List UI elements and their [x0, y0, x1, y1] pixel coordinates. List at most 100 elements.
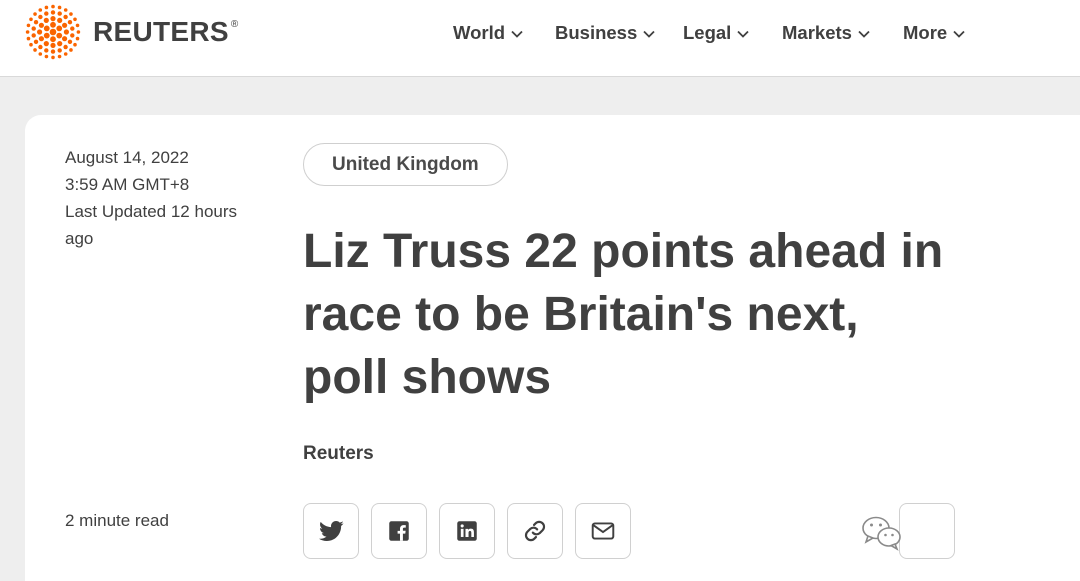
logo-dot	[62, 36, 68, 42]
share-toolbar	[303, 503, 631, 559]
logo-dot	[70, 33, 75, 38]
wechat-icon	[862, 516, 901, 551]
nav-legal[interactable]: Legal	[683, 20, 749, 46]
twitter-icon	[319, 520, 344, 541]
logo-text: REUTERS	[93, 16, 229, 47]
logo-dot	[76, 30, 81, 34]
logo-dot	[38, 52, 43, 56]
nav-world[interactable]: World	[453, 20, 523, 46]
section-tag[interactable]: United Kingdom	[303, 143, 508, 186]
logo-dot	[31, 33, 36, 38]
chevron-down-icon	[511, 30, 523, 38]
logo-dot	[63, 29, 69, 35]
logo-dot	[31, 26, 36, 31]
copy-link-button[interactable]	[507, 503, 563, 559]
logo-dot	[26, 36, 31, 41]
share-facebook-button[interactable]	[371, 503, 427, 559]
logo-dot	[50, 21, 56, 28]
logo-dot	[44, 48, 49, 53]
nav-label: Legal	[683, 22, 732, 43]
logo-dot	[63, 14, 68, 20]
nav-label: More	[903, 22, 948, 43]
logo-dot	[69, 48, 73, 52]
logo-dot	[33, 48, 37, 52]
logo-dot	[56, 32, 63, 39]
logo-dot	[38, 44, 43, 50]
logo-dot	[62, 22, 68, 28]
logo-dot	[75, 23, 80, 28]
logo-dot	[37, 29, 43, 35]
nav-label: Markets	[782, 22, 852, 43]
logo-dot	[44, 54, 49, 59]
logo-dot	[63, 52, 68, 56]
article-meta: August 14, 2022 3:59 AM GMT+8 Last Updat…	[65, 144, 255, 252]
logo-dot	[57, 11, 62, 16]
chevron-down-icon	[953, 30, 965, 38]
logo-dot	[43, 32, 50, 39]
logo-dot	[70, 26, 75, 31]
logo-dot	[57, 41, 63, 47]
nav-markets[interactable]: Markets	[782, 20, 870, 46]
logo-dot	[56, 25, 63, 32]
byline[interactable]: Reuters	[303, 441, 374, 467]
article-headline: Liz Truss 22 points ahead in race to be …	[303, 225, 944, 404]
logo-dot	[50, 10, 56, 15]
share-linkedin-button[interactable]	[439, 503, 495, 559]
nav-more[interactable]: More	[903, 20, 965, 46]
link-icon	[524, 520, 546, 542]
logo-dot	[38, 22, 44, 28]
chevron-down-icon	[858, 30, 870, 38]
logo-dot	[51, 55, 55, 60]
logo-dot	[43, 41, 49, 47]
logo-dot	[67, 20, 73, 25]
logo-dot	[57, 48, 62, 53]
logo-dot	[26, 23, 31, 28]
nav-label: World	[453, 22, 506, 43]
logo-dot	[44, 11, 49, 16]
logo-dot	[50, 49, 56, 54]
nav-business[interactable]: Business	[555, 20, 655, 46]
logo-dot	[33, 39, 39, 44]
nav-label: Business	[555, 22, 638, 43]
logo-dot	[50, 42, 56, 49]
logo-dot	[50, 36, 56, 43]
logo-dot	[44, 5, 49, 10]
logo-dot	[33, 20, 39, 25]
logo-dot	[63, 44, 68, 50]
logo-dot	[38, 8, 43, 12]
logo-dot	[50, 16, 56, 22]
logo-dot	[73, 42, 77, 47]
linkedin-icon	[457, 521, 477, 541]
logo-dot	[67, 39, 73, 44]
share-twitter-button[interactable]	[303, 503, 359, 559]
logo-dot	[69, 12, 73, 16]
last-updated: Last Updated 12 hours ago	[65, 202, 238, 248]
mail-icon	[591, 522, 615, 540]
logo-dot	[51, 4, 55, 9]
registered-mark: ®	[230, 19, 239, 30]
chevron-down-icon	[643, 30, 655, 38]
published-date: August 14, 2022	[65, 148, 189, 167]
logo-dot	[43, 17, 49, 23]
read-time: 2 minute read	[65, 511, 169, 530]
extra-action-button[interactable]	[899, 503, 955, 559]
published-time: 3:59 AM GMT+8	[65, 175, 190, 194]
chevron-down-icon	[737, 30, 749, 38]
logo-dot	[49, 28, 57, 36]
logo-dot	[38, 14, 43, 20]
logo-dot	[63, 8, 68, 12]
logo-dot	[29, 42, 33, 47]
logo-dot	[25, 30, 30, 34]
logo-dot	[43, 25, 50, 32]
logo-dot	[57, 54, 62, 59]
logo-dot	[29, 17, 33, 22]
reuters-logo-wordmark[interactable]: REUTERS ®	[93, 14, 239, 50]
facebook-icon	[389, 521, 409, 541]
logo-dot	[33, 12, 37, 16]
share-email-button[interactable]	[575, 503, 631, 559]
site-header: REUTERS ® World Business Legal Markets M…	[0, 0, 1080, 77]
logo-dot	[75, 36, 80, 41]
logo-dot	[73, 17, 77, 22]
logo-dot	[57, 5, 62, 10]
reuters-logo-mark[interactable]	[25, 4, 81, 60]
